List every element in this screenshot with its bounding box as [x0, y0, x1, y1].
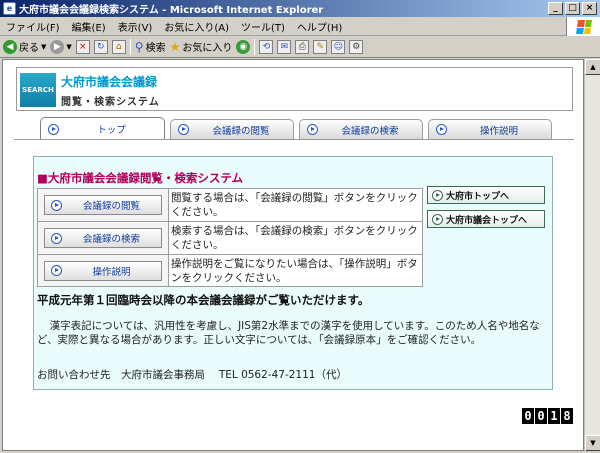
edit-icon[interactable]: ✎ — [313, 39, 328, 54]
arrow-circle-icon — [51, 199, 62, 211]
counter-digit: 0 — [535, 408, 547, 424]
star-icon: ★ — [169, 39, 181, 54]
tab-help[interactable]: 操作説明 — [428, 119, 552, 139]
ie-icon: e — [3, 2, 16, 15]
menu-tools[interactable]: ツール(T) — [235, 19, 291, 34]
site-title: 大府市議会会議録 — [61, 75, 158, 89]
action-table: 会議録の閲覧 閲覧する場合は、「会議録の閲覧」ボタンをクリックください。 会議録… — [37, 188, 423, 287]
windows-logo-icon — [566, 17, 600, 36]
menu-favorites[interactable]: お気に入り(A) — [158, 19, 235, 34]
minimize-button[interactable]: _ — [548, 2, 563, 15]
stop-icon[interactable]: × — [75, 39, 90, 54]
arrow-circle-icon — [51, 265, 62, 276]
dropdown-arrow-icon: ▼ — [66, 42, 72, 51]
back-button[interactable]: ◀ 戻る ▼ — [3, 39, 46, 54]
search-icon: ⚲ — [134, 39, 144, 54]
print-icon[interactable]: ⎙ — [295, 39, 310, 54]
search-button[interactable]: ⚲ 検索 — [134, 39, 166, 55]
council-top-button[interactable]: 大府市議会トップへ — [427, 210, 545, 228]
search-records-button[interactable]: 会議録の検索 — [44, 228, 162, 248]
help-description: 操作説明をご覧になりたい場合は、「操作説明」ボタンをクリックください。 — [171, 258, 418, 284]
arrow-circle-icon — [436, 124, 447, 135]
menu-help[interactable]: ヘルプ(H) — [291, 19, 348, 34]
mail-icon[interactable]: ✉ — [277, 39, 292, 54]
counter-digit: 0 — [522, 408, 534, 424]
messenger-icon[interactable]: ☺ — [331, 39, 346, 54]
menu-file[interactable]: ファイル(F) — [0, 19, 66, 34]
site-subtitle: 閲覧・検索システム — [61, 97, 160, 108]
scroll-up-icon[interactable]: ▲ — [585, 59, 600, 75]
close-button[interactable]: × — [582, 2, 597, 15]
counter-digit: 1 — [548, 408, 560, 424]
site-header: SEARCH 大府市議会会議録 閲覧・検索システム — [16, 67, 573, 111]
maximize-button[interactable]: □ — [565, 2, 580, 15]
tab-top[interactable]: トップ — [40, 117, 165, 140]
search-logo: SEARCH — [20, 73, 56, 107]
browse-button-label: 会議録の閲覧 — [82, 201, 140, 212]
menu-view[interactable]: 表示(V) — [112, 19, 159, 34]
help-button[interactable]: 操作説明 — [44, 260, 162, 281]
favorites-label: お気に入り — [182, 43, 233, 54]
arrow-circle-icon — [51, 232, 62, 244]
side-links: 大府市トップへ 大府市議会トップへ — [427, 186, 545, 234]
council-top-label: 大府市議会トップへ — [446, 215, 528, 226]
menu-edit[interactable]: 編集(E) — [66, 19, 112, 34]
arrow-circle-icon — [178, 124, 189, 135]
kanji-note: 漢字表記については、汎用性を考慮し、JIS第2水準までの漢字を使用しています。こ… — [37, 320, 540, 346]
contact-info: お問い合わせ先 大府市議会事務局 TEL 0562-47-2111（代） — [37, 369, 347, 381]
back-label: 戻る — [19, 43, 39, 54]
access-counter: 0 0 1 8 — [522, 408, 573, 424]
scroll-down-icon[interactable]: ▼ — [585, 435, 600, 451]
menu-bar: ファイル(F) 編集(E) 表示(V) お気に入り(A) ツール(T) ヘルプ(… — [0, 17, 600, 36]
availability-notice: 平成元年第１回臨時会以降の本会議会議録がご覧いただけます。 — [37, 293, 370, 307]
search-label: 検索 — [145, 43, 166, 54]
table-row: 会議録の閲覧 閲覧する場合は、「会議録の閲覧」ボタンをクリックください。 — [37, 188, 423, 221]
favorites-button[interactable]: ★ お気に入り — [169, 39, 233, 55]
dropdown-arrow-icon: ▼ — [41, 42, 47, 51]
arrow-circle-icon — [48, 123, 59, 135]
toolbar-separator — [129, 38, 131, 55]
city-top-label: 大府市トップへ — [446, 191, 510, 202]
counter-digit: 8 — [561, 408, 573, 424]
table-row: 会議録の検索 検索する場合は、「会議録の検索」ボタンをクリックください。 — [37, 221, 423, 254]
arrow-circle-icon — [432, 213, 443, 225]
toolbar: ◀ 戻る ▼ ▶ ▼ × ↻ ⌂ ⚲ 検索 ★ お気に入り ◉ ⟲ ✉ ⎙ ✎ … — [0, 36, 600, 58]
table-row: 操作説明 操作説明をご覧になりたい場合は、「操作説明」ボタンをクリックください。 — [37, 254, 423, 287]
tools-icon[interactable]: ⚙ — [349, 39, 364, 54]
page-viewport: SEARCH 大府市議会会議録 閲覧・検索システム トップ 会議録の閲覧 会議録… — [2, 59, 584, 451]
refresh-icon[interactable]: ↻ — [93, 39, 108, 54]
search-description: 検索する場合は、「会議録の検索」ボタンをクリックください。 — [171, 225, 418, 251]
arrow-circle-icon — [432, 189, 443, 201]
city-top-button[interactable]: 大府市トップへ — [427, 186, 545, 204]
forward-button[interactable]: ▶ ▼ — [50, 39, 72, 54]
tab-bar: トップ 会議録の閲覧 会議録の検索 操作説明 — [40, 117, 555, 140]
vertical-scrollbar[interactable]: ▲ ▼ — [584, 59, 600, 451]
window-title: 大府市議会会議録検索システム - Microsoft Internet Expl… — [19, 5, 324, 16]
home-icon[interactable]: ⌂ — [111, 39, 126, 54]
tab-label: 操作説明 — [479, 125, 518, 137]
tab-search[interactable]: 会議録の検索 — [299, 119, 423, 139]
media-icon[interactable]: ◉ — [236, 39, 251, 54]
window-title-bar[interactable]: e 大府市議会会議録検索システム - Microsoft Internet Ex… — [0, 0, 600, 17]
toolbar-separator — [254, 38, 256, 55]
tab-divider — [14, 139, 574, 140]
tab-label: 会議録の閲覧 — [212, 125, 270, 137]
browse-description: 閲覧する場合は、「会議録の閲覧」ボタンをクリックください。 — [171, 192, 418, 218]
help-button-label: 操作説明 — [92, 266, 131, 278]
tab-label: 会議録の検索 — [341, 125, 399, 137]
tab-label: トップ — [97, 125, 126, 136]
history-icon[interactable]: ⟲ — [259, 39, 274, 54]
back-arrow-icon: ◀ — [3, 39, 17, 54]
main-heading: ■大府市議会会議録閲覧・検索システム — [37, 171, 244, 185]
forward-arrow-icon: ▶ — [50, 39, 65, 54]
tab-browse[interactable]: 会議録の閲覧 — [170, 119, 294, 139]
arrow-circle-icon — [307, 124, 318, 135]
main-panel: ■大府市議会会議録閲覧・検索システム 会議録の閲覧 閲覧する場合は、「会議録の閲… — [33, 156, 553, 390]
search-records-button-label: 会議録の検索 — [82, 234, 140, 245]
browse-button[interactable]: 会議録の閲覧 — [44, 195, 162, 215]
